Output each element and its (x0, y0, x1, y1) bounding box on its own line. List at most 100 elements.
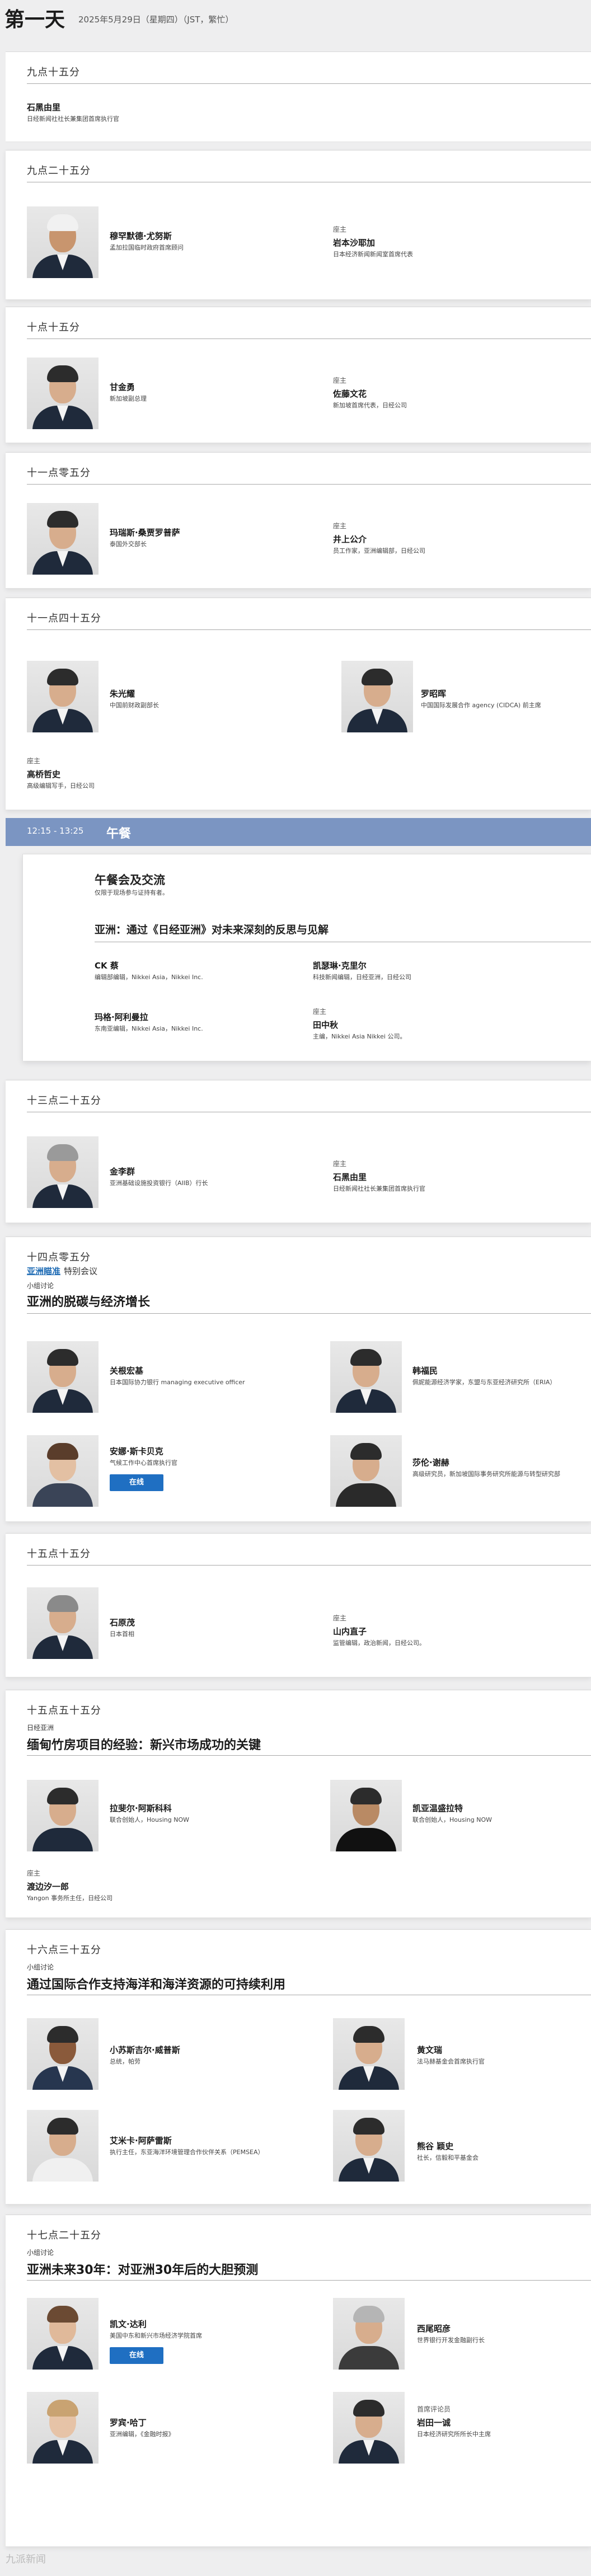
speaker-photo[interactable] (330, 1341, 402, 1413)
speaker-name[interactable]: 金李群 (110, 1165, 135, 1177)
panelist-name[interactable]: 凯瑟琳·克里尔 (313, 960, 367, 971)
speaker-name[interactable]: 石黑由里 (27, 101, 60, 113)
online-badge-button[interactable]: 在线 (110, 2347, 163, 2364)
speaker-name[interactable]: 玛瑞斯·桑贾罗普萨 (110, 527, 180, 538)
speaker-title: 总统，帕劳 (110, 2058, 140, 2065)
speaker-name[interactable]: 莎伦·谢赫 (412, 1456, 449, 1468)
panelist-title: 东南亚编辑，Nikkei Asia，Nikkei Inc. (95, 1025, 203, 1032)
speaker-title: 高级研究员，新加坡国际事务研究所能源与转型研究部 (412, 1470, 560, 1478)
speaker-photo[interactable] (27, 661, 98, 732)
speaker-name[interactable]: 罗宾·哈丁 (110, 2417, 147, 2428)
host-title: 员工作家，亚洲编辑部，日经公司 (333, 547, 425, 554)
speaker-name[interactable]: 黄文瑞 (417, 2044, 442, 2056)
speaker-name[interactable]: 拉斐尔·阿斯科科 (110, 1802, 172, 1814)
host-name[interactable]: 佐藤文花 (333, 388, 367, 399)
speaker-name[interactable]: 关根宏基 (110, 1365, 143, 1376)
lunch-topic: 亚洲：通过《日经亚洲》对未来深刻的反思与见解 (95, 924, 329, 936)
lunch-time: 12:15 - 13:25 (27, 826, 84, 836)
session-divider (27, 1565, 591, 1566)
speaker-name[interactable]: 石原茂 (110, 1616, 135, 1628)
speaker-title: 美国中东和新兴市场经济学院首席 (110, 2332, 202, 2339)
speaker-photo[interactable] (27, 2110, 98, 2182)
session-title: 亚洲未来30年：对亚洲30年后的大胆预测 (27, 2263, 259, 2277)
session-divider (27, 2280, 591, 2281)
day-title: 第一天 (4, 8, 65, 31)
speaker-photo[interactable] (27, 2018, 98, 2090)
speaker-title: 孟加拉国临时政府首席顾问 (110, 244, 184, 251)
speaker-title: 日本首相 (110, 1630, 134, 1638)
speaker-name[interactable]: 安娜·斯卡贝克 (110, 1445, 163, 1457)
speaker-name[interactable]: 罗昭晖 (421, 688, 446, 699)
session-card: 九点十五分 石黑由里 日经新闻社社长兼集团首席执行官 (6, 51, 591, 142)
speaker-name[interactable]: 穆罕默德·尤努斯 (110, 230, 172, 242)
series-link[interactable]: 亚洲瞄准 (27, 1266, 60, 1276)
speaker-photo[interactable] (27, 503, 98, 575)
host-role: 座主 (333, 377, 347, 384)
host-role: 首席评论员 (417, 2405, 451, 2413)
speaker-photo[interactable] (333, 2298, 405, 2370)
session-time: 十点十五分 (27, 322, 80, 333)
host-name[interactable]: 石黑由里 (333, 1171, 367, 1183)
speaker-name[interactable]: 艾米卡·阿萨雷斯 (110, 2135, 172, 2146)
session-time: 十五点五十五分 (27, 1705, 101, 1717)
session-title: 缅甸竹房项目的经验：新兴市场成功的关键 (27, 1738, 261, 1752)
session-divider (27, 484, 591, 485)
session-time: 十三点二十五分 (27, 1095, 101, 1107)
speaker-photo[interactable] (333, 2018, 405, 2090)
speaker-title: 新加坡副总理 (110, 395, 147, 402)
session-divider (27, 1313, 591, 1314)
host-name[interactable]: 井上公介 (333, 533, 367, 545)
speaker-photo[interactable] (333, 2392, 405, 2464)
speaker-photo[interactable] (27, 1587, 98, 1659)
session-time: 十六点三十五分 (27, 1944, 101, 1956)
speaker-photo[interactable] (27, 206, 98, 278)
session-card: 十点十五分 甘金勇 新加坡副总理 座主 佐藤文花 新加坡首席代表，日经公司 (6, 307, 591, 443)
session-divider (27, 1755, 591, 1756)
session-time: 九点二十五分 (27, 165, 91, 177)
speaker-name[interactable]: 熊谷 颖史 (417, 2140, 453, 2152)
panelist-name[interactable]: 玛格·阿利曼拉 (95, 1011, 148, 1023)
speaker-name[interactable]: 凯文·达利 (110, 2318, 147, 2330)
session-tag: 小组讨论 (27, 1963, 54, 1971)
host-name[interactable]: 渡边汐一郎 (27, 1881, 69, 1892)
session-tag: 小组讨论 (27, 1282, 54, 1290)
speaker-photo[interactable] (27, 1780, 98, 1851)
lunch-subtitle: 仅限于现场参与证持有者。 (95, 889, 168, 896)
speaker-photo[interactable] (27, 358, 98, 429)
speaker-name[interactable]: 甘金勇 (110, 381, 135, 393)
panelist-name[interactable]: CK 蔡 (95, 960, 119, 971)
speaker-photo[interactable] (27, 1136, 98, 1208)
speaker-name[interactable]: 西尾昭彦 (417, 2323, 451, 2334)
host-name[interactable]: 岩田一诚 (417, 2417, 451, 2428)
session-time: 十五点十五分 (27, 1548, 91, 1560)
session-time: 九点十五分 (27, 67, 80, 78)
speaker-photo[interactable] (330, 1780, 402, 1851)
speaker-name[interactable]: 凯亚温盛拉特 (412, 1802, 463, 1814)
session-card: 十五点五十五分 日经亚洲 缅甸竹房项目的经验：新兴市场成功的关键 拉斐尔·阿斯科… (6, 1690, 591, 1918)
host-name[interactable]: 岩本沙耶加 (333, 237, 375, 248)
speaker-photo[interactable] (27, 2392, 98, 2464)
speaker-photo[interactable] (330, 1435, 402, 1507)
speaker-photo[interactable] (27, 1341, 98, 1413)
speaker-name[interactable]: 朱光耀 (110, 688, 135, 699)
speaker-photo[interactable] (333, 2110, 405, 2182)
session-card: 十一点四十五分 朱光耀 中国前财政副部长 罗昭晖 中国国际发展合作 agency… (6, 598, 591, 810)
session-time: 十四点零五分 (27, 1252, 91, 1263)
speaker-title: 中国前财政副部长 (110, 702, 159, 709)
online-badge-button[interactable]: 在线 (110, 1474, 163, 1491)
speaker-title: 亚洲编辑，《金融时报》 (110, 2431, 175, 2438)
host-title: 监管编辑，政治新闻，日经公司。 (333, 1639, 425, 1647)
lunch-card: 午餐会及交流 仅限于现场参与证持有者。 亚洲：通过《日经亚洲》对未来深刻的反思与… (22, 854, 591, 1061)
session-card: 十六点三十五分 小组讨论 通过国际合作支持海洋和海洋资源的可持续利用 小苏斯吉尔… (6, 1929, 591, 2204)
speaker-name[interactable]: 小苏斯吉尔·威普斯 (110, 2044, 180, 2056)
host-name[interactable]: 山内直子 (333, 1625, 367, 1637)
day-header: 第一天 2025年5月29日（星期四）（JST，繁忙） (0, 0, 591, 40)
speaker-title: 中国国际发展合作 agency (CIDCA) 前主席 (421, 702, 541, 709)
speaker-photo[interactable] (341, 661, 413, 732)
host-name[interactable]: 高桥哲史 (27, 768, 60, 780)
speaker-photo[interactable] (27, 2298, 98, 2370)
host-name[interactable]: 田中秋 (313, 1019, 338, 1031)
speaker-photo[interactable] (27, 1435, 98, 1507)
speaker-name[interactable]: 韩福民 (412, 1365, 438, 1376)
session-title: 亚洲的脱碳与经济增长 (27, 1295, 151, 1309)
